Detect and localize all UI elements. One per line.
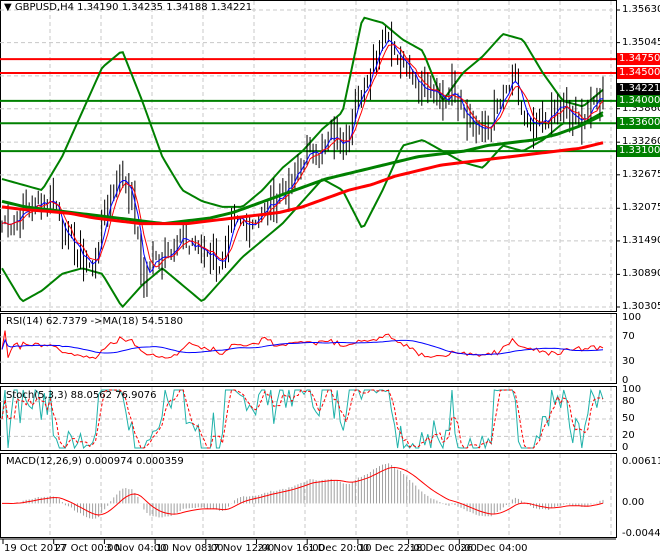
stoch-label: Stoch(5,3,3) 88.0562 76.9076 bbox=[6, 390, 157, 401]
chart-header: ▼ GBPUSD,H4 1.34190 1.34235 1.34188 1.34… bbox=[4, 2, 252, 13]
stoch-axis-label: 80 bbox=[622, 395, 635, 407]
price-axis-label: 1.35045 bbox=[622, 36, 660, 48]
price-axis-label: 1.32075 bbox=[622, 202, 660, 214]
bollinger-upper-band bbox=[1, 16, 604, 208]
rsi-label: RSI(14) 62.7379 ->MA(18) 54.5180 bbox=[6, 316, 183, 327]
macd-axis-label: 0.00 bbox=[622, 497, 645, 509]
macd-axis-label: -0.004499 bbox=[622, 528, 660, 539]
rsi-axis-label: 70 bbox=[622, 330, 635, 342]
stoch-axis-label: 100 bbox=[622, 384, 642, 395]
stoch-axis-label: 50 bbox=[622, 413, 635, 424]
macd-label: MACD(12,26,9) 0.000974 0.000359 bbox=[6, 456, 184, 467]
ohlc-values: 1.34190 1.34235 1.34188 1.34221 bbox=[77, 2, 253, 13]
price-level-label: 1.34221 bbox=[617, 82, 660, 95]
price-axis-label: 1.30305 bbox=[622, 301, 660, 312]
stoch-axis-label: 0 bbox=[622, 442, 629, 453]
stoch-axis-label: 20 bbox=[622, 430, 635, 442]
chart-canvas[interactable] bbox=[0, 0, 660, 560]
price-level-label: 1.34000 bbox=[617, 94, 660, 107]
price-level-label: 1.34500 bbox=[617, 67, 660, 80]
rsi-axis-label: 30 bbox=[622, 356, 635, 368]
rsi-line bbox=[1, 330, 604, 360]
time-axis-label: 26 Dec 04:00 bbox=[460, 543, 528, 554]
price-axis-label: 1.35630 bbox=[622, 4, 660, 15]
trading-chart-window: ▼ GBPUSD,H4 1.34190 1.34235 1.34188 1.34… bbox=[0, 0, 660, 560]
price-axis-label: 1.32675 bbox=[622, 168, 660, 180]
price-level-label: 1.33600 bbox=[617, 117, 660, 130]
rsi-axis-label: 100 bbox=[622, 312, 642, 323]
collapse-triangle-icon[interactable]: ▼ bbox=[4, 2, 12, 13]
price-axis-label: 1.31490 bbox=[622, 234, 660, 246]
price-axis-label: 1.30890 bbox=[622, 268, 660, 280]
price-level-label: 1.34750 bbox=[617, 53, 660, 66]
moving-average-red bbox=[1, 141, 604, 226]
price-level-label: 1.33100 bbox=[617, 145, 660, 158]
symbol-label: GBPUSD,H4 bbox=[14, 2, 74, 13]
macd-axis-label: 0.00611 bbox=[622, 456, 660, 467]
